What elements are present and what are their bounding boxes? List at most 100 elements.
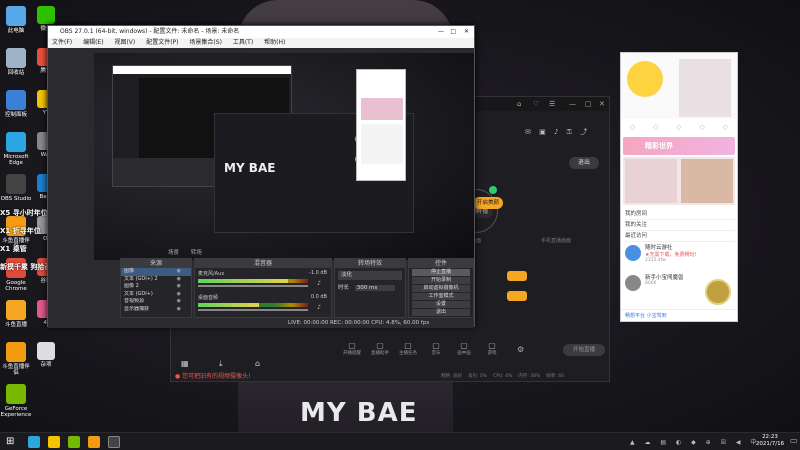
- shield-icon[interactable]: ♡: [533, 100, 539, 108]
- image-icon[interactable]: ▣: [539, 128, 546, 136]
- source-item[interactable]: 显示器捕获 ◉: [121, 306, 191, 314]
- eye-icon[interactable]: ◉: [177, 298, 181, 306]
- download-icon[interactable]: ⤓: [219, 359, 231, 369]
- lock-icon[interactable]: ⚿: [567, 128, 572, 136]
- chat-tab-icon[interactable]: ◇: [723, 123, 728, 135]
- orange-button-2[interactable]: [507, 291, 527, 301]
- stream-toolbar-button[interactable]: ▢ 开播提醒: [339, 341, 365, 356]
- source-item[interactable]: 文本 (GDI+) 2 ◉: [121, 276, 191, 284]
- chat-gallery[interactable]: [623, 157, 735, 205]
- desktop-icon[interactable]: 回收站: [0, 48, 32, 76]
- chat-tab-icon[interactable]: ◇: [676, 123, 681, 135]
- minimize-icon[interactable]: —: [569, 100, 576, 108]
- eye-icon[interactable]: ◉: [177, 306, 181, 314]
- menu-edit[interactable]: 编辑(E): [83, 39, 103, 46]
- stream-label-2: 手机直播画面: [541, 238, 572, 244]
- bell-icon[interactable]: ♪: [554, 128, 558, 136]
- obs-preview-canvas[interactable]: MY BAE: [94, 53, 474, 260]
- edge-taskbar-icon[interactable]: [28, 436, 40, 448]
- windows-start-icon[interactable]: ⊞: [6, 436, 14, 447]
- tab-scenes[interactable]: 场景: [168, 250, 179, 256]
- eye-icon[interactable]: ◉: [177, 276, 181, 284]
- speaker-icon[interactable]: ♪: [317, 280, 321, 287]
- duration-input[interactable]: 300 ms: [354, 285, 395, 291]
- chat-tab-icon[interactable]: ◇: [630, 123, 635, 135]
- desktop-icon[interactable]: 斗鱼直播伴侣: [0, 342, 32, 376]
- source-item[interactable]: 文本 (GDI+) ◉: [121, 291, 191, 299]
- douyu-taskbar-icon[interactable]: [88, 436, 100, 448]
- control-button[interactable]: 退出: [412, 308, 470, 316]
- chat-menu-item[interactable]: 我的房间: [625, 209, 735, 220]
- menu-profile[interactable]: 配置文件(P): [146, 39, 178, 46]
- app-icon: [37, 342, 55, 360]
- orange-button-1[interactable]: [507, 271, 527, 281]
- tray-icons[interactable]: ▲ ☁ ▤ ◐ ◆ ⊕ ☒ ◀ 中: [630, 437, 760, 446]
- stream-toolbar-button[interactable]: ▢ 画中画: [451, 341, 477, 356]
- chat-banner[interactable]: 精彩世界: [623, 137, 735, 155]
- tab-transitions[interactable]: 转场: [191, 250, 202, 256]
- chat-tab-icon[interactable]: ◇: [653, 123, 658, 135]
- obs-maximize-icon[interactable]: □: [450, 26, 456, 38]
- source-item[interactable]: 图像 ◉: [121, 268, 191, 276]
- desktop-icon[interactable]: 此电脑: [0, 6, 32, 34]
- network-icon[interactable]: ⌂: [255, 359, 267, 369]
- chat-message[interactable]: 随时云游社 ★无需下载，免费畅玩! 2315.4fw: [625, 243, 735, 273]
- game-badge-icon[interactable]: [705, 279, 731, 305]
- menu-scene-collection[interactable]: 场景集合(S): [189, 39, 222, 46]
- obs-window[interactable]: OBS 27.0.1 (64-bit, windows) - 配置文件: 未命名…: [47, 25, 475, 328]
- start-live-button[interactable]: 开始直播: [563, 344, 605, 356]
- control-button[interactable]: 设置: [412, 300, 470, 308]
- nvidia-taskbar-icon[interactable]: [68, 436, 80, 448]
- chat-icon[interactable]: ✉: [525, 128, 531, 136]
- eye-icon[interactable]: ◉: [177, 268, 181, 276]
- eye-icon[interactable]: ◉: [177, 291, 181, 299]
- stream-toolbar-button[interactable]: ▢ 直播助手: [367, 341, 393, 356]
- chat-menu-item[interactable]: 我的关注: [625, 220, 735, 231]
- menu-help[interactable]: 帮助(H): [264, 39, 285, 46]
- transition-select[interactable]: 淡化: [338, 271, 402, 280]
- obs-close-icon[interactable]: ✕: [464, 26, 469, 38]
- folder-taskbar-icon[interactable]: [48, 436, 60, 448]
- chat-menu-item[interactable]: 最近访问: [625, 231, 735, 242]
- chat-widget-window[interactable]: ◇ ◇ ◇ ◇ ◇ 精彩世界 我的房间 我的关注 最近访问 随时云游社 ★无需下载，免费畅玩!…: [620, 52, 738, 322]
- gear-icon[interactable]: ⚙: [517, 345, 527, 355]
- sources-list: 图像 ◉ 文本 (GDI+) 2 ◉ 图像 2 ◉ 文本 (GDI+) ◉ 音视频源 ◉ 显示器捕获…: [121, 268, 191, 313]
- exit-button[interactable]: 退出: [569, 157, 599, 169]
- beauty-toggle[interactable]: 开启美颜: [473, 197, 503, 209]
- desktop-icon[interactable]: Microsoft Edge: [0, 132, 32, 166]
- desktop-icon[interactable]: GeForce Experience: [0, 384, 32, 418]
- chat-tab-icon[interactable]: ◇: [699, 123, 704, 135]
- control-button[interactable]: 停止直播: [412, 268, 470, 276]
- menu-file[interactable]: 文件(F): [52, 39, 72, 46]
- volume-slider[interactable]: [198, 309, 308, 311]
- maximize-icon[interactable]: □: [585, 100, 592, 108]
- gift-icon[interactable]: ⌂: [517, 100, 521, 108]
- stream-toolbar-button[interactable]: ▢ 主播任务: [395, 341, 421, 356]
- menu-tools[interactable]: 工具(T): [233, 39, 253, 46]
- share-icon[interactable]: ⤴: [580, 128, 587, 136]
- obs-minimize-icon[interactable]: —: [438, 26, 444, 38]
- menu-view[interactable]: 视图(V): [114, 39, 135, 46]
- desktop-icon[interactable]: 斗鱼直播: [0, 300, 32, 328]
- control-button[interactable]: 启动虚拟摄像机: [412, 284, 470, 292]
- stream-toolbar-button[interactable]: ▢ 游戏: [479, 341, 505, 356]
- desktop-icon[interactable]: 控制面板: [0, 90, 32, 118]
- desktop-icon[interactable]: 杂项: [32, 342, 60, 368]
- settings-icon[interactable]: ☰: [549, 100, 555, 108]
- clock[interactable]: 22:23 2021/7/16: [752, 434, 788, 448]
- live-icon[interactable]: ▦: [181, 359, 193, 369]
- speaker-icon[interactable]: ♪: [317, 304, 321, 311]
- chat-avatar[interactable]: [627, 61, 663, 97]
- source-item[interactable]: 图像 2 ◉: [121, 283, 191, 291]
- control-button[interactable]: 开始录制: [412, 276, 470, 284]
- control-button[interactable]: 工作室模式: [412, 292, 470, 300]
- obs-taskbar-icon[interactable]: [108, 436, 120, 448]
- source-item[interactable]: 音视频源 ◉: [121, 298, 191, 306]
- desktop-icon[interactable]: OBS Studio: [0, 174, 32, 202]
- stream-toolbar-button[interactable]: ▢ 音乐: [423, 341, 449, 356]
- volume-slider[interactable]: [198, 285, 308, 287]
- eye-icon[interactable]: ◉: [177, 283, 181, 291]
- auto-start-badge: [489, 186, 497, 194]
- notification-icon[interactable]: ▭: [790, 436, 798, 445]
- close-icon[interactable]: ✕: [599, 100, 605, 108]
